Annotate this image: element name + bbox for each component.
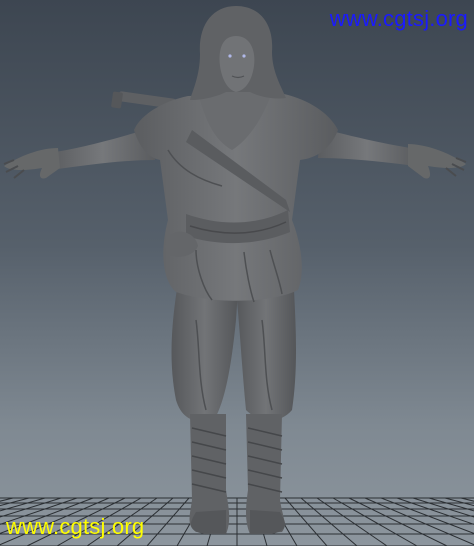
- boots: [189, 414, 286, 534]
- tunic: [134, 92, 338, 303]
- trousers: [171, 282, 296, 422]
- head-hood: [190, 6, 286, 100]
- character-model[interactable]: [0, 0, 474, 546]
- watermark-bottom-left: www.cgtsj.org: [6, 514, 145, 539]
- left-arm: [3, 128, 155, 179]
- right-arm: [318, 128, 467, 179]
- 3d-viewport[interactable]: www.cgtsj.org www.cgtsj.org: [0, 0, 474, 546]
- watermark-top-right: www.cgtsj.org: [329, 6, 468, 31]
